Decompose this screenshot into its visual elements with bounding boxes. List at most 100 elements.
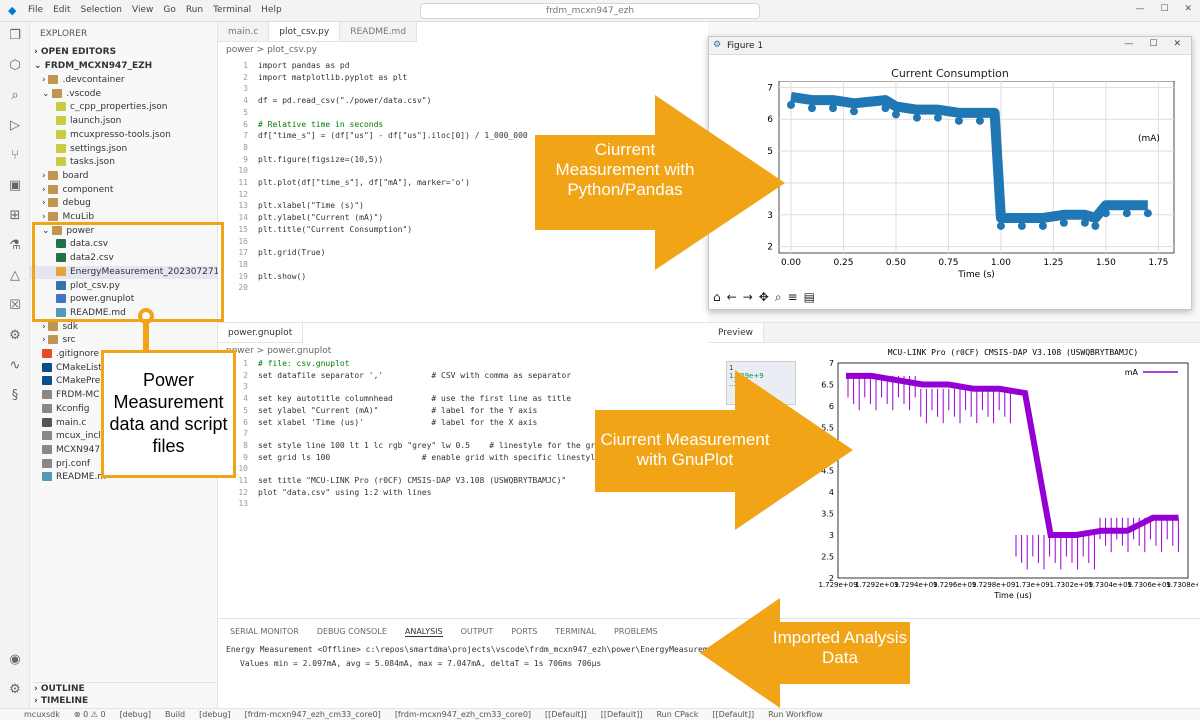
menu-view[interactable]: View (132, 5, 153, 15)
status-item[interactable]: Build (165, 710, 185, 719)
flask-icon[interactable]: ⚗ (7, 238, 23, 254)
tree-item-label: .devcontainer (62, 75, 125, 85)
gnuplot-x-tick: 1.7298e+09 (972, 581, 1016, 589)
chip-icon[interactable]: ⚙ (7, 328, 23, 344)
pan-icon[interactable]: ✥ (759, 290, 769, 305)
status-item[interactable]: Run Workflow (768, 710, 823, 719)
status-item[interactable]: [[Default]] (712, 710, 754, 719)
status-item[interactable]: [debug] (120, 710, 151, 719)
tree-item[interactable]: settings.json (30, 143, 218, 156)
menu-go[interactable]: Go (163, 5, 175, 15)
close-icon[interactable]: ✕ (1173, 39, 1181, 49)
tab-preview[interactable]: Preview (708, 323, 765, 342)
minimize-icon[interactable]: — (1135, 4, 1144, 14)
data-point (881, 104, 890, 113)
tree-item-label: FRDM-MC (56, 390, 100, 401)
tab-main-c[interactable]: main.c (218, 22, 270, 41)
tree-item[interactable]: › board (30, 170, 218, 183)
x-icon[interactable]: ☒ (7, 298, 23, 314)
menu-terminal[interactable]: Terminal (213, 5, 251, 15)
code-line: 13 (238, 499, 248, 509)
files-icon[interactable]: ❐ (7, 28, 23, 44)
menu-run[interactable]: Run (186, 5, 203, 15)
tree-item-label: CMakeLists (56, 362, 107, 373)
status-item[interactable]: [[Default]] (545, 710, 587, 719)
source-control-icon[interactable]: ⑂ (7, 148, 23, 164)
tree-item-label: settings.json (70, 143, 128, 154)
tree-item[interactable]: tasks.json (30, 156, 218, 169)
settings-gear-icon[interactable]: ⚙ (7, 682, 23, 698)
search-icon[interactable]: ⌕ (7, 88, 23, 104)
wave-icon[interactable]: ∿ (7, 358, 23, 374)
panel-tab-ports[interactable]: PORTS (511, 627, 537, 637)
run-debug-icon[interactable]: ▷ (7, 118, 23, 134)
home-icon[interactable]: ⌂ (713, 290, 721, 305)
maximize-icon[interactable]: ☐ (1160, 4, 1168, 14)
tab-plot_csv-py[interactable]: plot_csv.py (269, 22, 341, 41)
menu-selection[interactable]: Selection (81, 5, 122, 15)
gnuplot-x-tick: 1.7292e+09 (855, 581, 899, 589)
open-editors-header[interactable]: › OPEN EDITORS (34, 46, 222, 59)
tree-item-label: tasks.json (70, 157, 115, 168)
menu-help[interactable]: Help (261, 5, 282, 15)
status-item[interactable]: [[Default]] (601, 710, 643, 719)
extensions-icon[interactable]: ⊞ (7, 208, 23, 224)
project-header[interactable]: ⌄ FRDM_MCXN947_EZH (34, 60, 222, 73)
maximize-icon[interactable]: ☐ (1149, 39, 1157, 49)
python-icon[interactable]: § (7, 388, 23, 404)
status-item[interactable]: [frdm-mcxn947_ezh_cm33_core0] (245, 710, 381, 719)
panel-tab-problems[interactable]: PROBLEMS (614, 627, 658, 637)
menu-bar: File Edit Selection View Go Run Terminal Help (28, 5, 282, 15)
timeline-header[interactable]: › TIMELINE (34, 695, 222, 708)
status-item[interactable]: [frdm-mcxn947_ezh_cm33_core0] (395, 710, 531, 719)
tree-item[interactable]: c_cpp_properties.json (30, 101, 218, 114)
remote-icon[interactable]: ▣ (7, 178, 23, 194)
menu-edit[interactable]: Edit (53, 5, 70, 15)
folder-icon (48, 184, 59, 194)
tree-item[interactable]: › debug (30, 197, 218, 210)
cmake-icon (42, 362, 52, 372)
back-icon[interactable]: ← (727, 290, 737, 305)
window-controls: — ☐ ✕ (1135, 4, 1192, 14)
tree-item[interactable]: › src (30, 334, 218, 347)
status-item[interactable]: [debug] (199, 710, 230, 719)
configure-icon[interactable]: ≡ (788, 290, 798, 305)
close-icon[interactable]: ✕ (1184, 4, 1192, 14)
gnuplot-title: MCU-LINK Pro (r0CF) CMSIS-DAP V3.108 (US… (888, 348, 1138, 357)
gnuplot-x-tick: 1.7304e+09 (1088, 581, 1132, 589)
outline-header[interactable]: › OUTLINE (34, 682, 222, 695)
account-icon[interactable]: ◉ (7, 652, 23, 668)
cube-icon[interactable]: ⬡ (7, 58, 23, 74)
panel-tab-analysis[interactable]: ANALYSIS (404, 627, 443, 637)
menu-file[interactable]: File (28, 5, 43, 15)
tree-item[interactable]: launch.json (30, 115, 218, 128)
zoom-icon[interactable]: ⌕ (775, 290, 782, 305)
tree-item[interactable]: mcuxpresso-tools.json (30, 129, 218, 142)
status-item[interactable]: Run CPack (656, 710, 698, 719)
panel-tab-output[interactable]: OUTPUT (461, 627, 494, 637)
tab-power-gnuplot[interactable]: power.gnuplot (218, 323, 304, 342)
json-icon (56, 116, 66, 126)
tree-item-label: launch.json (70, 116, 122, 127)
tree-item[interactable]: › .devcontainer (30, 74, 218, 87)
tab-readme-md[interactable]: README.md (340, 22, 418, 41)
tree-item[interactable]: › component (30, 184, 218, 197)
minimize-icon[interactable]: — (1124, 39, 1133, 49)
panel-tab-terminal[interactable]: TERMINAL (555, 627, 596, 637)
cmake-icon[interactable]: △ (7, 268, 23, 284)
save-icon[interactable]: ▤ (804, 290, 815, 305)
code-line: 9 plt.figure(figsize=(10,5)) (243, 154, 384, 164)
status-item[interactable]: mcuxsdk (24, 710, 60, 719)
forward-icon[interactable]: → (743, 290, 753, 305)
command-search[interactable]: frdm_mcxn947_ezh (420, 3, 760, 19)
tree-item-label: README.m (56, 472, 107, 483)
status-item[interactable]: ⊗ 0 ⚠ 0 (74, 710, 106, 719)
data-point (933, 113, 942, 122)
tree-item-label: Kconfig (56, 403, 90, 414)
tree-item[interactable]: ⌄ .vscode (30, 88, 218, 101)
tree-item[interactable]: › sdk (30, 321, 218, 334)
folder-icon (48, 198, 59, 208)
panel-tab-debug-console[interactable]: DEBUG CONSOLE (317, 627, 387, 637)
panel-tab-serial-monitor[interactable]: SERIAL MONITOR (230, 627, 299, 637)
data-point (828, 104, 837, 113)
